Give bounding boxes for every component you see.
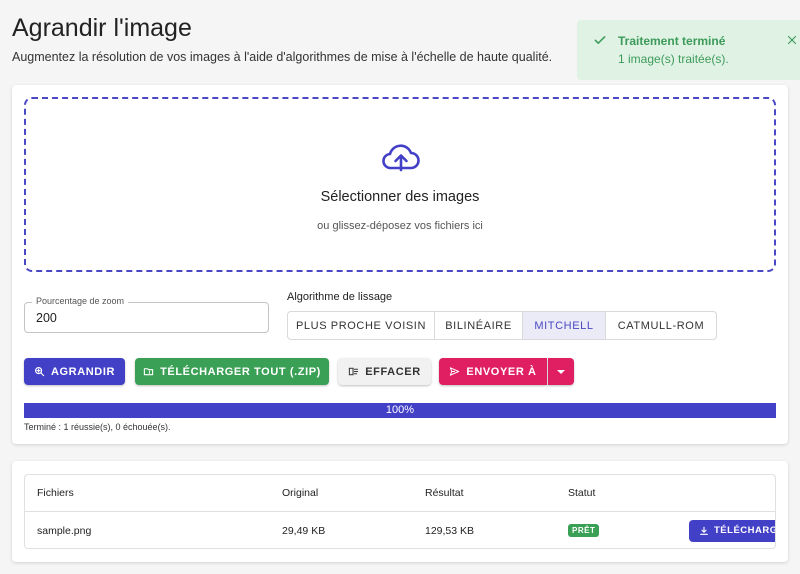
- cloud-upload-icon: [382, 144, 420, 172]
- table-header: Fichiers Original Résultat Statut: [25, 475, 775, 512]
- algo-option-catmull-rom[interactable]: Catmull-Rom: [606, 312, 716, 339]
- page-subtitle: Augmentez la résolution de vos images à …: [12, 50, 553, 64]
- column-header-status: Statut: [568, 487, 596, 499]
- results-card: Fichiers Original Résultat Statut sample…: [12, 461, 788, 562]
- progress-status: Terminé : 1 réussie(s), 0 échouée(s).: [24, 422, 171, 432]
- download-zip-label: Télécharger tout (.zip): [160, 365, 321, 378]
- column-header-files: Fichiers: [37, 487, 74, 499]
- send-icon: [450, 367, 460, 376]
- algo-option-bilinear[interactable]: Bilinéaire: [435, 312, 523, 339]
- send-to-menu-button[interactable]: [548, 358, 574, 385]
- column-header-original: Original: [282, 487, 319, 499]
- folder-zip-icon: [143, 368, 154, 376]
- send-to-button[interactable]: Envoyer à: [439, 358, 547, 385]
- download-button-label: Télécharger: [714, 525, 775, 536]
- clear-all-icon: [349, 367, 359, 376]
- image-dropzone[interactable]: Sélectionner des images ou glissez-dépos…: [24, 97, 776, 272]
- algorithm-toggle-group: Plus proche voisin Bilinéaire Mitchell C…: [287, 311, 717, 340]
- grow-button-label: Agrandir: [50, 365, 116, 378]
- dropzone-subtitle: ou glissez-déposez vos fichiers ici: [317, 220, 483, 232]
- success-toast: Traitement terminé 1 image(s) traitée(s)…: [577, 20, 800, 80]
- upload-card: Sélectionner des images ou glissez-dépos…: [12, 85, 788, 444]
- algo-option-mitchell[interactable]: Mitchell: [523, 312, 606, 339]
- progress-bar: 100%: [24, 403, 776, 418]
- zoom-in-icon: [34, 367, 45, 377]
- zoom-input[interactable]: [25, 303, 268, 332]
- toast-title: Traitement terminé: [618, 34, 726, 48]
- column-header-result: Résultat: [425, 487, 464, 499]
- toast-message: 1 image(s) traitée(s).: [618, 52, 729, 66]
- send-to-label: Envoyer à: [466, 365, 537, 378]
- close-icon[interactable]: [786, 34, 798, 46]
- action-cell: Télécharger: [689, 512, 775, 548]
- grow-button[interactable]: Agrandir: [24, 358, 125, 385]
- status-cell: Prêt: [568, 512, 600, 548]
- download-button[interactable]: Télécharger: [689, 519, 775, 542]
- zoom-field: Pourcentage de zoom: [24, 296, 269, 333]
- result-size: 129,53 KB: [425, 524, 475, 537]
- algo-option-nearest[interactable]: Plus proche voisin: [288, 312, 435, 339]
- clear-button[interactable]: Effacer: [338, 358, 431, 385]
- chevron-down-icon: [557, 369, 565, 374]
- progress-label: 100%: [385, 404, 415, 416]
- check-icon: [594, 36, 606, 44]
- file-name: sample.png: [37, 524, 92, 537]
- download-zip-button[interactable]: Télécharger tout (.zip): [135, 358, 329, 385]
- download-icon: [700, 526, 708, 535]
- dropzone-title: Sélectionner des images: [320, 189, 480, 205]
- clear-button-label: Effacer: [365, 365, 421, 378]
- status-badge: Prêt: [568, 524, 600, 537]
- results-table: Fichiers Original Résultat Statut sample…: [24, 474, 776, 549]
- original-size: 29,49 KB: [282, 524, 326, 537]
- algorithm-label: Algorithme de lissage: [287, 291, 393, 303]
- page-title: Agrandir l'image: [12, 14, 192, 42]
- table-row: sample.png 29,49 KB 129,53 KB Prêt Téléc…: [25, 512, 775, 548]
